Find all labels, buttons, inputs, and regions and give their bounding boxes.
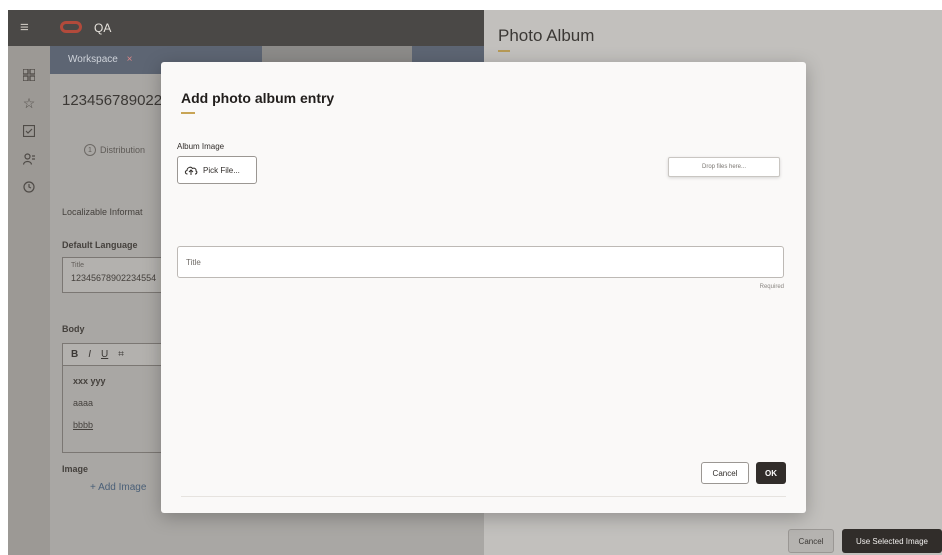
page-title: 123456789022 (62, 92, 163, 109)
pick-file-label: Pick File... (203, 165, 240, 175)
star-icon[interactable]: ☆ (20, 94, 38, 112)
clock-icon[interactable] (20, 178, 38, 196)
default-language-label: Default Language (62, 240, 138, 250)
album-image-label: Album Image (177, 142, 225, 151)
body-label: Body (62, 324, 85, 334)
title-accent (498, 50, 510, 52)
section-heading: Localizable Informat (62, 207, 143, 217)
title-accent (181, 112, 195, 114)
grid-icon[interactable] (20, 66, 38, 84)
hamburger-menu-icon[interactable]: ≡ (20, 20, 38, 36)
app-header: ≡ QA (8, 10, 484, 46)
ok-button[interactable]: OK (756, 462, 786, 484)
bold-icon[interactable]: B (71, 349, 78, 360)
required-hint: Required (759, 284, 784, 290)
add-image-link[interactable]: + Add Image (90, 482, 146, 493)
dialog-divider (181, 496, 786, 497)
step-indicator[interactable]: 1 Distribution (84, 144, 145, 156)
tab-label: Workspace (68, 54, 118, 65)
drop-zone[interactable]: Drop files here... (668, 157, 780, 177)
pick-file-button[interactable]: Pick File... (177, 156, 257, 184)
dialog-title: Add photo album entry (181, 90, 335, 106)
italic-icon[interactable]: I (88, 349, 91, 360)
users-icon[interactable] (20, 150, 38, 168)
image-label: Image (62, 464, 89, 474)
step-dot-icon: 1 (84, 144, 96, 156)
link-icon[interactable]: ⌗ (118, 349, 124, 360)
panel-title: Photo Album (498, 26, 595, 45)
tab-workspace[interactable]: Workspace × (68, 54, 132, 65)
close-icon[interactable]: × (127, 54, 133, 65)
step-label: Distribution (100, 145, 146, 155)
cancel-button[interactable]: Cancel (701, 462, 749, 484)
cloud-upload-icon (184, 166, 198, 175)
underline-icon[interactable]: U (101, 349, 108, 360)
panel-cancel-button[interactable]: Cancel (788, 529, 834, 553)
add-photo-dialog: Add photo album entry Album Image Pick F… (161, 62, 806, 513)
bg-title-field-value: 12345678902234554 (71, 273, 157, 283)
bg-title-field-label: Title (71, 262, 84, 269)
body-line: aaaa (73, 398, 94, 408)
oracle-logo-icon (60, 21, 82, 33)
use-selected-image-button[interactable]: Use Selected Image (842, 529, 942, 553)
body-line: bbbb (73, 420, 94, 430)
title-input[interactable]: Title (177, 246, 784, 278)
nav-rail: ☆ (8, 10, 50, 555)
app-window: ☆ ≡ QA Workspace × 123456789022 1 Distri… (8, 10, 942, 555)
checklist-icon[interactable] (20, 122, 38, 140)
body-line: xxx yyy (73, 376, 106, 386)
app-title: QA (94, 21, 112, 35)
